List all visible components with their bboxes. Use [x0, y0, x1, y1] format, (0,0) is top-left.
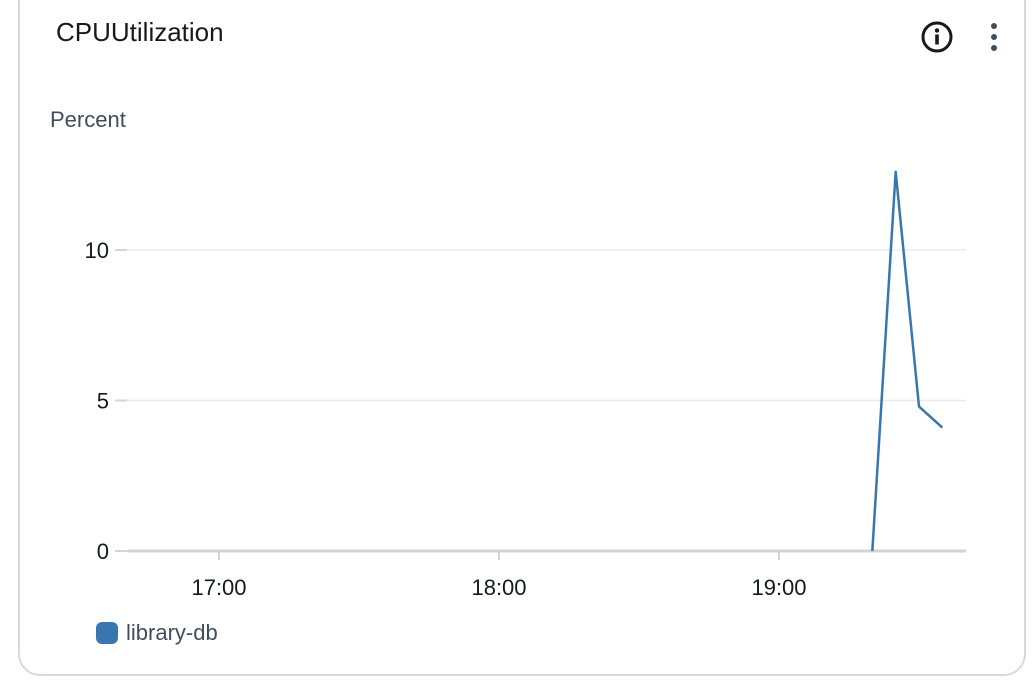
- x-tick-label-1800: 18:00: [471, 575, 526, 600]
- chart-area: Percent 0 5 10 17:00 18:00 19:00: [50, 107, 966, 600]
- data-point-library-db-3[interactable]: [936, 422, 948, 434]
- data-point-library-db-0[interactable]: [866, 545, 878, 557]
- data-point-library-db-2[interactable]: [913, 401, 925, 413]
- y-tick-label-10: 10: [85, 238, 109, 263]
- y-axis-label: Percent: [50, 107, 126, 132]
- data-point-library-db-1[interactable]: [890, 166, 902, 178]
- y-tick-label-0: 0: [97, 539, 109, 564]
- x-tick-label-1900: 19:00: [751, 575, 806, 600]
- y-tick-label-5: 5: [97, 389, 109, 414]
- series-line-library-db[interactable]: [871, 170, 944, 552]
- x-tick-label-1700: 17:00: [191, 575, 246, 600]
- legend-label: library-db: [126, 620, 218, 645]
- legend-swatch: [96, 622, 118, 644]
- legend-item-library-db[interactable]: library-db: [96, 620, 218, 646]
